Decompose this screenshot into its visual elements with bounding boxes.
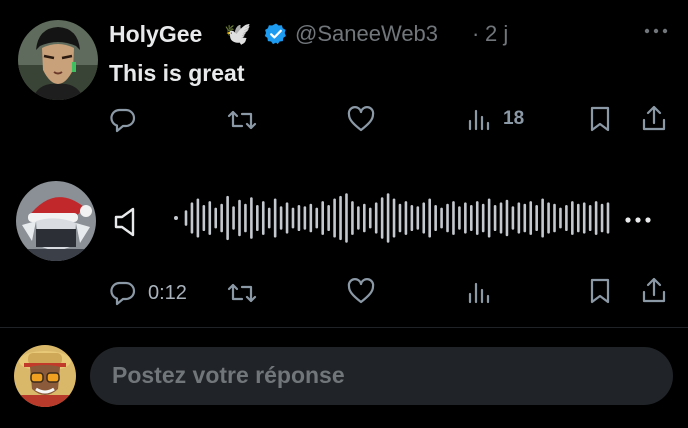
more-options-icon[interactable] [644,26,668,36]
repost-icon[interactable] [226,106,258,134]
waveform-start-dot [174,216,178,220]
current-user-avatar[interactable] [14,345,76,407]
reply-icon[interactable] [109,106,137,134]
author-handle[interactable]: @SaneeWeb3 [295,21,438,47]
author-emoji: 🕊️ [224,21,252,46]
audio-share-icon[interactable] [641,276,667,304]
bookmark-icon[interactable] [588,105,612,133]
audio-waveform[interactable] [172,190,612,246]
reply-placeholder: Postez votre réponse [112,362,345,388]
audio-reply-icon[interactable] [109,279,137,307]
post-time[interactable]: 2 j [485,21,508,47]
audio-duration: 0:12 [148,282,187,304]
audio-views-icon[interactable] [467,280,493,304]
divider [0,327,688,328]
audio-repost-icon[interactable] [226,279,258,307]
speaker-muted-icon[interactable] [113,207,139,237]
author-avatar[interactable] [18,20,98,100]
audio-like-icon[interactable] [346,277,376,305]
audio-author-avatar[interactable] [16,181,96,261]
tweet-text: This is great [109,60,245,86]
author-name[interactable]: HolyGee [109,21,202,48]
views-icon[interactable] [467,107,493,131]
verified-badge-icon [264,22,288,46]
dot-separator: · [472,21,480,46]
share-icon[interactable] [641,104,667,132]
audio-bookmark-icon[interactable] [588,277,612,305]
audio-more-options-icon[interactable] [624,215,652,225]
like-icon[interactable] [346,105,376,133]
views-count: 18 [503,108,525,129]
